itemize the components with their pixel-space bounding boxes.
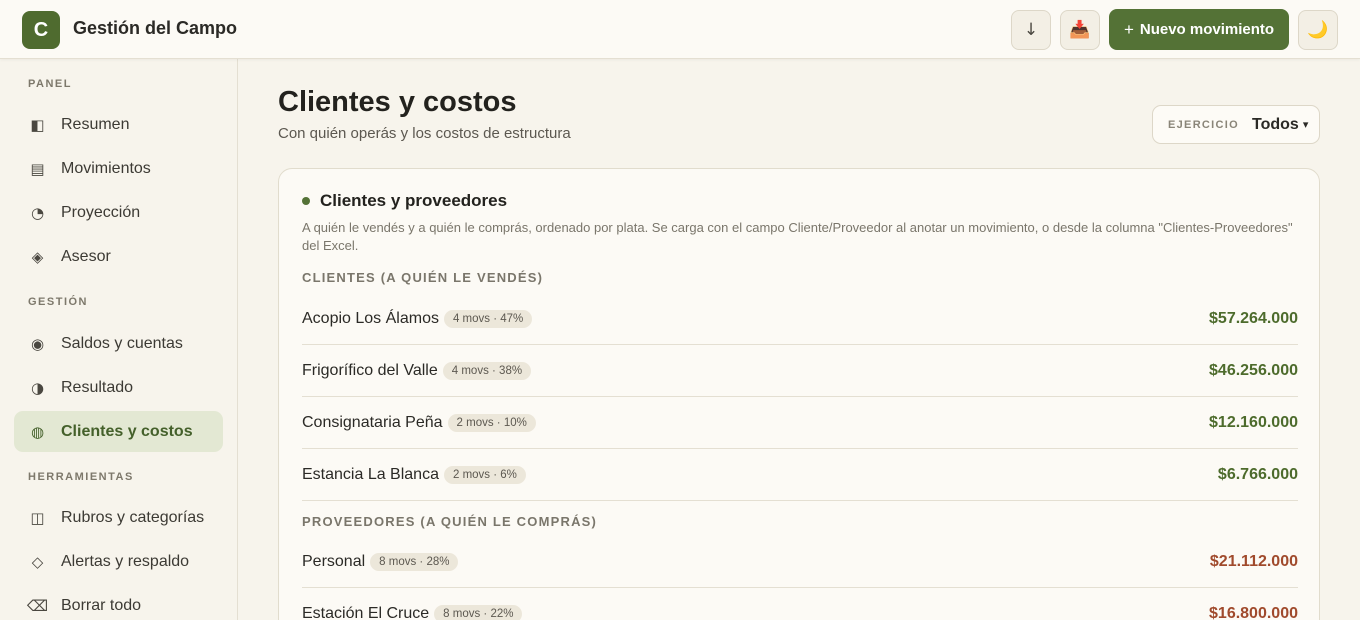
download-button[interactable]: ↓ xyxy=(1011,10,1051,50)
pie-chart-icon: ◔ xyxy=(30,203,45,222)
sidebar-item-label: Movimientos xyxy=(61,159,151,177)
sidebar-item-proyeccion[interactable]: ◔ Proyección xyxy=(14,192,223,233)
top-bar: C Gestión del Campo ↓ 📥 + Nuevo movimien… xyxy=(0,0,1360,59)
chevron-down-icon: ▾ xyxy=(1302,119,1309,131)
circle-dot-icon: ◉ xyxy=(30,334,45,353)
new-movement-button[interactable]: + Nuevo movimiento xyxy=(1109,9,1289,50)
suppliers-group-label: PROVEEDORES (A QUIÉN LE COMPRÁS) xyxy=(302,514,598,529)
movements-badge: 2 movs · 6% xyxy=(443,465,526,484)
movements-badge: 4 movs · 47% xyxy=(443,309,533,328)
sidebar-item-label: Alertas y respaldo xyxy=(61,552,190,570)
client-name: Consignataria Peña xyxy=(302,413,443,431)
supplier-row[interactable]: Personal 8 movs · 28% $21.112.000 xyxy=(302,536,1298,588)
erase-icon: ⌫ xyxy=(26,596,49,615)
list-icon: ▤ xyxy=(30,159,45,178)
page-subtitle: Con quién operás y los costos de estruct… xyxy=(278,125,571,142)
supplier-amount: $16.800.000 xyxy=(1209,604,1298,620)
movements-badge: 2 movs · 10% xyxy=(447,413,536,432)
sidebar-item-borrar-todo[interactable]: ⌫ Borrar todo xyxy=(14,585,223,620)
ejercicio-label: EJERCICIO xyxy=(1168,118,1239,131)
sidebar-item-resumen[interactable]: ◧ Resumen xyxy=(14,104,223,145)
supplier-row[interactable]: Estación El Cruce 8 movs · 22% $16.800.0… xyxy=(302,588,1298,620)
globe-icon: ◍ xyxy=(30,422,45,441)
sidebar-item-saldos[interactable]: ◉ Saldos y cuentas xyxy=(14,323,223,364)
supplier-name: Personal xyxy=(302,552,366,570)
client-amount: $46.256.000 xyxy=(1209,361,1298,379)
moon-icon: 🌙 xyxy=(1307,20,1329,40)
supplier-amount: $21.112.000 xyxy=(1209,552,1298,570)
summary-icon: ◧ xyxy=(30,115,45,134)
card-description: A quién le vendés y a quién le comprás, … xyxy=(302,220,1293,253)
sidebar-item-movimientos[interactable]: ▤ Movimientos xyxy=(14,148,223,189)
client-name: Frigorífico del Valle xyxy=(302,361,438,379)
sidebar: PANEL ◧ Resumen ▤ Movimientos ◔ Proyecci… xyxy=(0,59,238,620)
sidebar-item-label: Resumen xyxy=(61,115,130,133)
sidebar-item-label: Resultado xyxy=(61,378,134,396)
client-name: Estancia La Blanca xyxy=(302,465,439,483)
client-amount: $6.766.000 xyxy=(1217,465,1298,483)
app-title: Gestión del Campo xyxy=(73,18,238,38)
client-amount: $12.160.000 xyxy=(1209,413,1298,431)
supplier-name: Estación El Cruce xyxy=(302,604,430,620)
sidebar-item-clientes-costos[interactable]: ◍ Clientes y costos xyxy=(14,411,223,452)
movements-badge: 4 movs · 38% xyxy=(442,361,532,380)
card-header: Clientes y proveedores xyxy=(302,191,507,211)
sidebar-item-label: Clientes y costos xyxy=(61,422,193,440)
import-button[interactable]: 📥 xyxy=(1060,10,1100,50)
status-dot-icon xyxy=(302,197,310,205)
diamond-icon: ◈ xyxy=(31,247,44,266)
sidebar-item-label: Proyección xyxy=(61,203,141,221)
clients-group-label: CLIENTES (A QUIÉN LE VENDÉS) xyxy=(302,270,544,285)
half-circle-icon: ◑ xyxy=(30,378,45,397)
client-name: Acopio Los Álamos xyxy=(302,309,439,327)
columns-icon: ◫ xyxy=(30,508,45,527)
sidebar-item-asesor[interactable]: ◈ Asesor xyxy=(14,236,223,277)
sidebar-item-label: Rubros y categorías xyxy=(61,508,205,526)
client-amount: $57.264.000 xyxy=(1209,309,1298,327)
diamond-outline-icon: ◇ xyxy=(31,552,44,571)
card-title: Clientes y proveedores xyxy=(320,191,508,210)
sidebar-item-label: Saldos y cuentas xyxy=(61,334,183,352)
inbox-icon: 📥 xyxy=(1069,20,1091,40)
movements-badge: 8 movs · 22% xyxy=(434,604,523,620)
app-logo: C xyxy=(22,11,60,49)
new-movement-label: Nuevo movimiento xyxy=(1139,21,1275,38)
clients-suppliers-card: Clientes y proveedores A quién le vendés… xyxy=(278,168,1320,620)
sidebar-item-alertas[interactable]: ◇ Alertas y respaldo xyxy=(14,541,223,582)
movements-badge: 8 movs · 28% xyxy=(370,552,459,571)
sidebar-item-rubros[interactable]: ◫ Rubros y categorías xyxy=(14,497,223,538)
client-row[interactable]: Acopio Los Álamos 4 movs · 47% $57.264.0… xyxy=(302,293,1298,345)
sidebar-item-label: Asesor xyxy=(61,247,111,265)
sidebar-section-panel: PANEL xyxy=(28,78,72,90)
client-row[interactable]: Frigorífico del Valle 4 movs · 38% $46.2… xyxy=(302,345,1298,397)
ejercicio-value: Todos xyxy=(1252,115,1299,133)
theme-toggle-button[interactable]: 🌙 xyxy=(1298,10,1338,50)
client-row[interactable]: Consignataria Peña 2 movs · 10% $12.160.… xyxy=(302,397,1298,449)
ejercicio-select[interactable]: EJERCICIO Todos ▾ xyxy=(1152,105,1320,144)
client-row[interactable]: Estancia La Blanca 2 movs · 6% $6.766.00… xyxy=(302,449,1298,501)
plus-icon: + xyxy=(1123,19,1134,39)
sidebar-section-gestion: GESTIÓN xyxy=(28,296,89,308)
download-icon: ↓ xyxy=(1023,20,1039,40)
sidebar-item-resultado[interactable]: ◑ Resultado xyxy=(14,367,223,408)
sidebar-item-label: Borrar todo xyxy=(61,596,142,614)
sidebar-section-herramientas: HERRAMIENTAS xyxy=(28,471,134,483)
page-title: Clientes y costos xyxy=(278,86,517,118)
